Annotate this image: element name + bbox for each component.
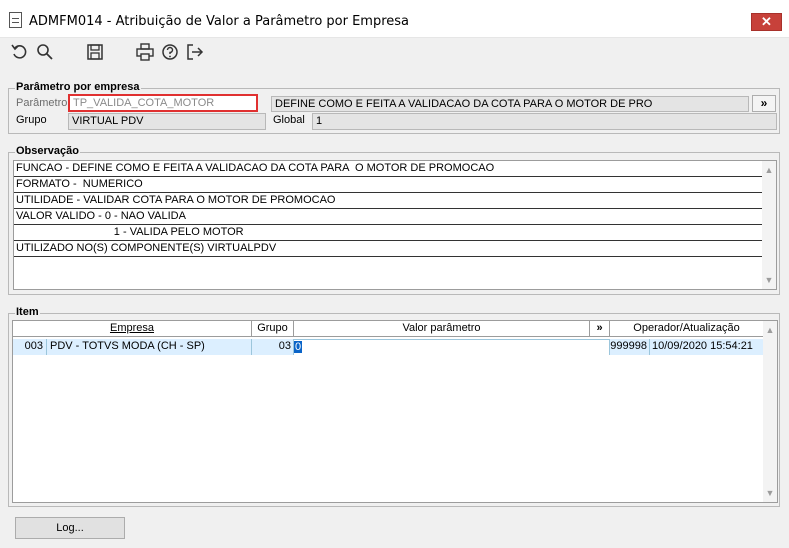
grupo-field: VIRTUAL PDV — [68, 113, 266, 130]
column-header-valor[interactable]: Valor parâmetro — [294, 321, 590, 337]
global-label: Global — [273, 114, 305, 126]
row-code-cell: 003 — [13, 339, 47, 355]
item-grid[interactable]: Empresa Grupo Valor parâmetro » Operador… — [12, 320, 778, 503]
scroll-down-icon[interactable]: ▼ — [765, 488, 775, 498]
parametro-expand-button[interactable]: » — [752, 95, 776, 112]
item-scrollbar[interactable]: ▲ ▼ — [763, 321, 777, 502]
row-valor-cell[interactable]: 0 — [294, 339, 610, 355]
parametro-input[interactable]: TP_VALIDA_COTA_MOTOR — [68, 94, 258, 112]
global-field: 1 — [312, 113, 777, 130]
grupo-label: Grupo — [16, 114, 47, 126]
title-bar: ADMFM014 - Atribuição de Valor a Parâmet… — [0, 0, 789, 38]
observacao-list[interactable]: FUNCAO - DEFINE COMO E FEITA A VALIDACAO… — [13, 160, 777, 290]
undo-icon[interactable] — [10, 42, 30, 62]
close-button[interactable]: ✕ — [751, 13, 782, 31]
column-header-grupo[interactable]: Grupo — [252, 321, 294, 337]
item-group-title: Item — [15, 306, 40, 318]
observacao-line: UTILIDADE - VALIDAR COTA PARA O MOTOR DE… — [14, 193, 764, 209]
observacao-line: 1 - VALIDA PELO MOTOR — [14, 225, 764, 241]
parametro-label: Parâmetro — [16, 97, 68, 109]
observacao-line: FORMATO - NUMERICO — [14, 177, 764, 193]
print-icon[interactable] — [135, 42, 155, 62]
row-valor-input[interactable]: 0 — [294, 341, 303, 353]
observacao-line: VALOR VALIDO - 0 - NAO VALIDA — [14, 209, 764, 225]
observacao-line: FUNCAO - DEFINE COMO E FEITA A VALIDACAO… — [14, 161, 764, 177]
observacao-line: UTILIZADO NO(S) COMPONENTE(S) VIRTUALPDV — [14, 241, 764, 257]
parametro-group-title: Parâmetro por empresa — [15, 81, 141, 93]
toolbar — [0, 38, 789, 72]
document-icon — [9, 12, 22, 28]
row-operador-cell: 999998 — [610, 339, 650, 355]
window-title: ADMFM014 - Atribuição de Valor a Parâmet… — [29, 14, 410, 29]
scroll-up-icon[interactable]: ▲ — [765, 325, 775, 335]
parametro-description-field: DEFINE COMO E FEITA A VALIDACAO DA COTA … — [271, 96, 749, 112]
exit-icon[interactable] — [185, 42, 205, 62]
column-header-empresa-label: Empresa — [109, 322, 155, 334]
scroll-up-icon[interactable]: ▲ — [764, 165, 774, 175]
row-grupo-cell: 03 — [252, 339, 294, 355]
observacao-group-title: Observação — [15, 145, 80, 157]
column-header-empresa[interactable]: Empresa — [13, 321, 252, 337]
search-icon[interactable] — [35, 42, 55, 62]
log-button[interactable]: Log... — [15, 517, 125, 539]
save-icon[interactable] — [85, 42, 105, 62]
scroll-down-icon[interactable]: ▼ — [764, 275, 774, 285]
observacao-scrollbar[interactable]: ▲ ▼ — [762, 161, 776, 289]
valor-expand-button[interactable]: » — [590, 321, 610, 337]
row-empresa-cell: PDV - TOTVS MODA (CH - SP) — [47, 339, 252, 355]
help-icon[interactable] — [160, 42, 180, 62]
column-header-operador[interactable]: Operador/Atualização — [610, 321, 764, 337]
row-atualizacao-cell: 10/09/2020 15:54:21 — [652, 340, 753, 352]
